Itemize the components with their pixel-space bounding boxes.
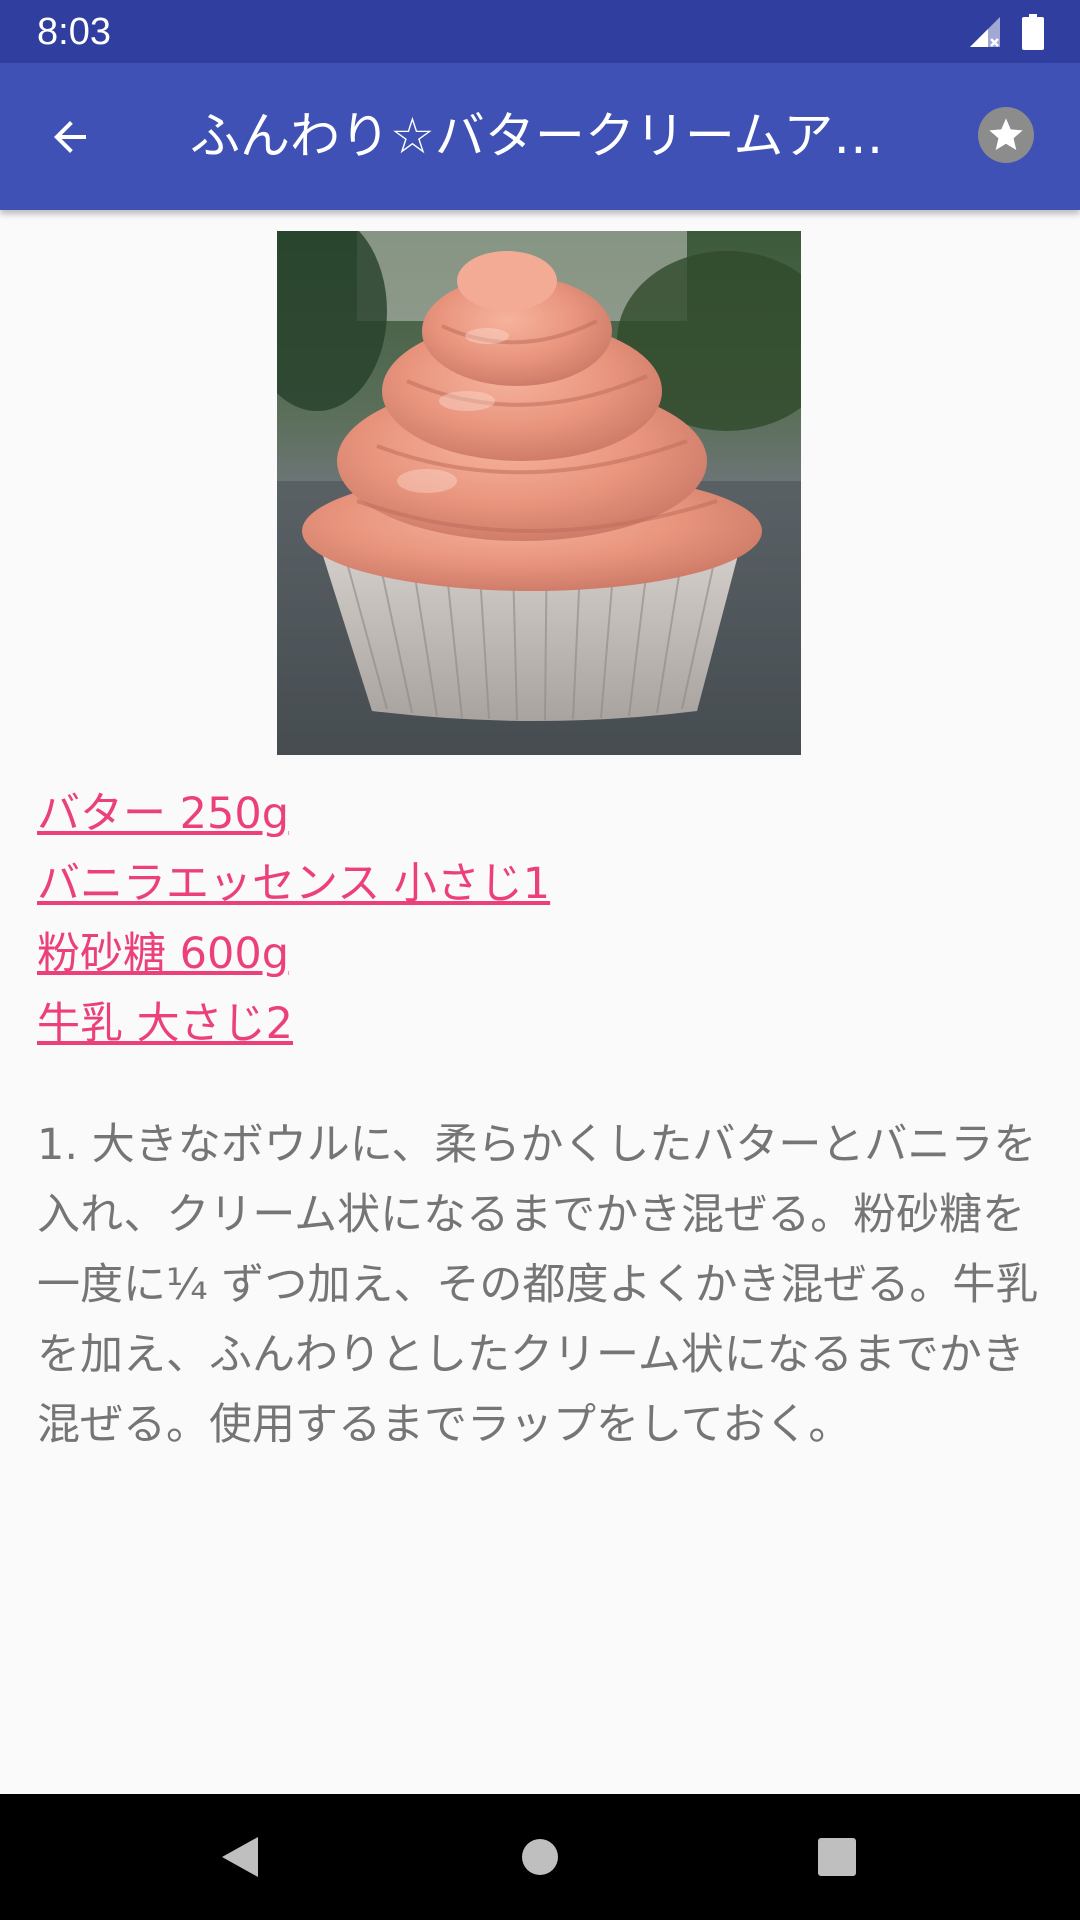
arrow-back-icon [54,121,86,153]
nav-home-icon [522,1839,558,1875]
ingredient-list: バター 250g バニラエッセンス 小さじ1 粉砂糖 600g 牛乳 大さじ2 [37,779,1037,1059]
nav-home-button[interactable] [505,1822,575,1892]
back-button[interactable] [38,105,102,169]
favorite-button[interactable] [978,107,1034,163]
recipe-image [277,231,801,755]
nav-recents-button[interactable] [802,1822,872,1892]
cupcake-photo [277,231,801,755]
ingredient-link[interactable]: 牛乳 大さじ2 [37,989,1037,1059]
status-bar: 8:03 [0,0,1080,63]
star-icon [989,118,1023,150]
app-bar: ふんわり☆バタークリームア… [0,63,1080,210]
nav-recents-icon [818,1838,856,1876]
ingredient-link[interactable]: バニラエッセンス 小さじ1 [37,849,1037,919]
nav-back-button[interactable] [205,1822,275,1892]
status-time: 8:03 [37,11,111,53]
recipe-instructions: 1. 大きなボウルに、柔らかくしたバターとバニラを入れ、クリーム状になるまでかき… [37,1120,1039,1450]
ingredient-link[interactable]: 粉砂糖 600g [37,919,1037,989]
page-title: ふんわり☆バタークリームア… [190,107,884,165]
battery-icon [1022,14,1044,50]
ingredient-link[interactable]: バター 250g [37,779,1037,849]
nav-back-icon [222,1837,258,1877]
system-nav-bar [0,1794,1080,1920]
signal-icon [970,17,1000,47]
status-icons [966,12,1044,52]
